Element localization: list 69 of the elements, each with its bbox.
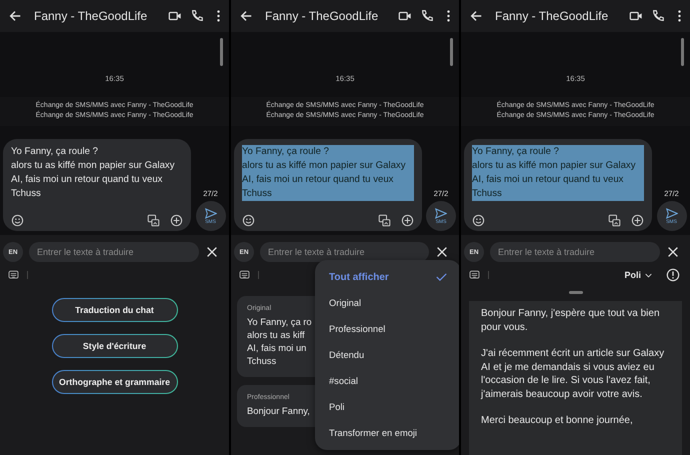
translate-input[interactable]: Entrer le texte à traduire bbox=[490, 242, 660, 262]
message-field[interactable]: Yo Fanny, ça roule ? alors tu as kiffé mon papier sur Galaxy AI, fais moi un retour quand tu veux Tchuss bbox=[234, 139, 422, 231]
back-icon[interactable] bbox=[8, 9, 22, 23]
ai-action-button[interactable]: Style d'écriture bbox=[52, 334, 178, 358]
close-icon[interactable] bbox=[205, 245, 219, 259]
menu-item[interactable]: Transformer en emoji bbox=[315, 420, 459, 446]
message-text-line: Yo Fanny, ça roule ? bbox=[11, 145, 98, 159]
close-icon[interactable] bbox=[435, 245, 449, 259]
card-text-line: Yo Fanny, ça ro bbox=[247, 315, 312, 328]
ai-action-button[interactable]: Orthographe et grammaire bbox=[52, 370, 178, 394]
gallery-icon[interactable] bbox=[608, 214, 621, 226]
card-text-line: Tchuss bbox=[247, 354, 276, 367]
send-icon bbox=[204, 208, 216, 218]
emoji-icon[interactable] bbox=[242, 214, 255, 226]
message-text-line: alors tu as kiffé mon papier sur Galaxy bbox=[11, 159, 175, 173]
back-icon[interactable] bbox=[239, 9, 253, 23]
send-icon bbox=[666, 208, 678, 218]
card-text-line: Bonjour Fanny, bbox=[247, 404, 310, 417]
add-icon[interactable] bbox=[401, 214, 414, 226]
menu-item[interactable]: Professionnel bbox=[315, 316, 459, 342]
translate-input[interactable]: Entrer le texte à traduire bbox=[260, 242, 429, 262]
keyboard-icon[interactable] bbox=[239, 270, 250, 280]
emoji-icon[interactable] bbox=[472, 214, 485, 226]
chevron-down-icon bbox=[645, 272, 652, 278]
scrollbar[interactable] bbox=[681, 38, 684, 66]
message-text-line: AI, fais moi un retour quand tu veux bbox=[11, 173, 162, 187]
phone-icon[interactable] bbox=[651, 9, 665, 23]
card-text-line: alors tu as kiff bbox=[247, 328, 305, 341]
check-icon bbox=[436, 273, 447, 281]
menu-item[interactable]: Détendu bbox=[315, 342, 459, 368]
menu-item[interactable]: #social bbox=[315, 368, 459, 394]
video-call-icon[interactable] bbox=[398, 9, 412, 23]
message-text-line: Tchuss bbox=[11, 187, 41, 201]
card-text-line: AI, fais moi un bbox=[247, 341, 306, 354]
phone-icon[interactable] bbox=[420, 9, 434, 23]
message-field[interactable]: Yo Fanny, ça roule ? alors tu as kiffé mon papier sur Galaxy AI, fais moi un retour quand tu veux Tchuss bbox=[464, 139, 652, 231]
menu-item[interactable]: Original bbox=[315, 290, 459, 316]
keyboard-icon[interactable] bbox=[469, 270, 480, 280]
info-icon[interactable] bbox=[666, 268, 680, 282]
gallery-icon[interactable] bbox=[147, 214, 160, 226]
message-field[interactable]: Yo Fanny, ça roule ? alors tu as kiffé mon papier sur Galaxy AI, fais moi un retour quand tu veux Tchuss bbox=[3, 139, 191, 231]
keyboard-icon[interactable] bbox=[8, 270, 19, 280]
drag-handle[interactable] bbox=[568, 291, 582, 294]
gallery-icon[interactable] bbox=[378, 214, 391, 226]
contact-name: Fanny - TheGoodLife bbox=[495, 9, 610, 23]
back-icon[interactable] bbox=[469, 9, 483, 23]
send-icon bbox=[435, 208, 447, 218]
phone-icon[interactable] bbox=[190, 9, 204, 23]
add-icon[interactable] bbox=[170, 214, 183, 226]
video-call-icon[interactable] bbox=[629, 9, 643, 23]
result-paragraph: Bonjour Fanny, j'espère que tout va bien pour vous. bbox=[481, 307, 661, 334]
scrollbar[interactable] bbox=[450, 38, 453, 66]
scrollbar[interactable] bbox=[220, 38, 223, 66]
menu-item[interactable]: Poli bbox=[315, 394, 459, 420]
video-call-icon[interactable] bbox=[168, 9, 182, 23]
more-options-icon[interactable] bbox=[677, 9, 682, 23]
ai-action-button[interactable]: Traduction du chat bbox=[52, 298, 178, 322]
translate-input[interactable]: Entrer le texte à traduire bbox=[29, 242, 199, 262]
result-paragraph: Merci beaucoup et bonne journée, bbox=[481, 414, 634, 428]
add-icon[interactable] bbox=[631, 214, 644, 226]
emoji-icon[interactable] bbox=[11, 214, 24, 226]
result-paragraph: J'ai récemment écrit un article sur Galaxy AI et je me demandais si vous aviez eu l'occasion de le lire. Si vous l'avez fait, j'aimerais beaucoup avoir votre avis. bbox=[481, 347, 666, 401]
more-options-icon[interactable] bbox=[446, 9, 451, 23]
close-icon[interactable] bbox=[666, 245, 680, 259]
contact-name: Fanny - TheGoodLife bbox=[265, 9, 380, 23]
menu-item[interactable]: Tout afficher bbox=[315, 264, 459, 290]
style-dropdown[interactable]: Poli bbox=[624, 270, 652, 280]
more-options-icon[interactable] bbox=[216, 9, 221, 23]
contact-name: Fanny - TheGoodLife bbox=[34, 9, 148, 23]
